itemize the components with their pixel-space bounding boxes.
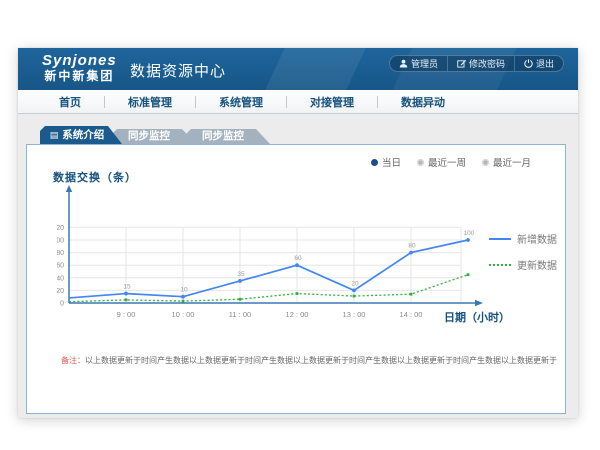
period-label: 当日	[382, 155, 401, 169]
user-icon	[399, 59, 408, 68]
chart-legend: 新增数据 更新数据	[489, 231, 557, 272]
change-password-button[interactable]: 修改密码	[447, 56, 514, 71]
svg-text:60: 60	[294, 255, 302, 262]
nav-item-standard-management[interactable]: 标准管理	[105, 94, 195, 110]
line-chart-svg: 0 20 40 60 80 100 120 9 : 00 10 : 00 11 : 00 12 : …	[57, 183, 497, 333]
svg-text:10 : 00: 10 : 00	[172, 310, 195, 319]
logout-label: 退出	[536, 57, 554, 70]
x-axis-title: 日期（小时）	[444, 309, 510, 325]
logout-button[interactable]: 退出	[514, 56, 563, 71]
svg-text:40: 40	[57, 275, 64, 282]
tab-label: 系统介绍	[62, 129, 104, 141]
power-icon	[524, 59, 533, 68]
content-panel: 当日 最近一周 最近一月 数据交换（条） 0204060801001209 : …	[26, 144, 566, 414]
period-label: 最近一周	[428, 155, 466, 169]
legend-item-new-data: 新增数据	[489, 231, 557, 246]
change-password-label: 修改密码	[469, 57, 505, 70]
edit-icon	[457, 59, 466, 68]
current-user-button[interactable]: 管理员	[390, 56, 447, 71]
period-selector: 当日 最近一周 最近一月	[371, 155, 531, 169]
svg-text:11 : 00: 11 : 00	[229, 310, 251, 319]
logo-brand-cn: 新中新集团	[42, 69, 117, 83]
page-title: 数据资源中心	[130, 60, 226, 81]
footnote-text: 以上数据更新于时间产生数据以上数据更新于时间产生数据以上数据更新于时间产生数据以…	[85, 356, 557, 365]
logo-brand-en: Synjones	[42, 52, 117, 69]
main-nav: 首页 标准管理 系统管理 对接管理 数据异动	[18, 90, 578, 114]
svg-text:12 : 00: 12 : 00	[286, 310, 309, 319]
svg-text:100: 100	[57, 238, 64, 245]
app-window: Synjones 新中新集团 数据资源中心 管理员 修改密码 退出	[18, 48, 578, 418]
legend-item-updated-data: 更新数据	[489, 257, 557, 272]
nav-item-system-management[interactable]: 系统管理	[196, 94, 286, 110]
tab-sync-monitor-2[interactable]: 同步监控	[186, 129, 270, 144]
period-option-last-month[interactable]: 最近一月	[482, 155, 531, 169]
svg-text:35: 35	[237, 271, 245, 278]
radio-unselected-icon	[482, 159, 489, 166]
current-user-label: 管理员	[411, 57, 438, 70]
dotted-line-swatch-icon	[489, 264, 511, 266]
tab-system-intro[interactable]: ▤系统介绍	[40, 126, 122, 144]
footnote-label: 备注：	[61, 356, 85, 365]
nav-item-data-changes[interactable]: 数据异动	[378, 94, 468, 110]
svg-text:15: 15	[123, 284, 131, 291]
radio-unselected-icon	[417, 159, 424, 166]
company-logo: Synjones 新中新集团	[42, 52, 117, 83]
svg-text:0: 0	[60, 301, 64, 308]
app-header: Synjones 新中新集团 数据资源中心 管理员 修改密码 退出	[18, 48, 578, 90]
svg-text:10: 10	[180, 287, 188, 294]
period-option-last-week[interactable]: 最近一周	[417, 155, 466, 169]
svg-text:80: 80	[408, 243, 416, 250]
solid-line-swatch-icon	[489, 238, 511, 240]
svg-text:9 : 00: 9 : 00	[117, 310, 136, 319]
legend-label: 更新数据	[517, 257, 557, 272]
svg-text:13 : 00: 13 : 00	[343, 310, 366, 319]
svg-text:60: 60	[57, 263, 64, 270]
user-menu: 管理员 修改密码 退出	[389, 55, 564, 72]
document-icon: ▤	[50, 130, 59, 140]
tab-bar: ▤系统介绍 同步监控 同步监控	[40, 126, 270, 144]
tab-sync-monitor-1[interactable]: 同步监控	[112, 129, 196, 144]
period-label: 最近一月	[493, 155, 531, 169]
svg-text:14 : 00: 14 : 00	[400, 310, 423, 319]
svg-text:80: 80	[57, 250, 64, 257]
period-option-today[interactable]: 当日	[371, 155, 401, 169]
svg-text:120: 120	[57, 225, 64, 232]
svg-text:20: 20	[57, 288, 64, 295]
nav-item-home[interactable]: 首页	[36, 94, 104, 110]
svg-text:100: 100	[464, 230, 475, 237]
nav-item-connection-management[interactable]: 对接管理	[287, 94, 377, 110]
radio-selected-icon	[371, 159, 378, 166]
footnote: 备注：以上数据更新于时间产生数据以上数据更新于时间产生数据以上数据更新于时间产生…	[61, 355, 557, 366]
legend-label: 新增数据	[517, 231, 557, 246]
svg-text:20: 20	[351, 280, 359, 287]
